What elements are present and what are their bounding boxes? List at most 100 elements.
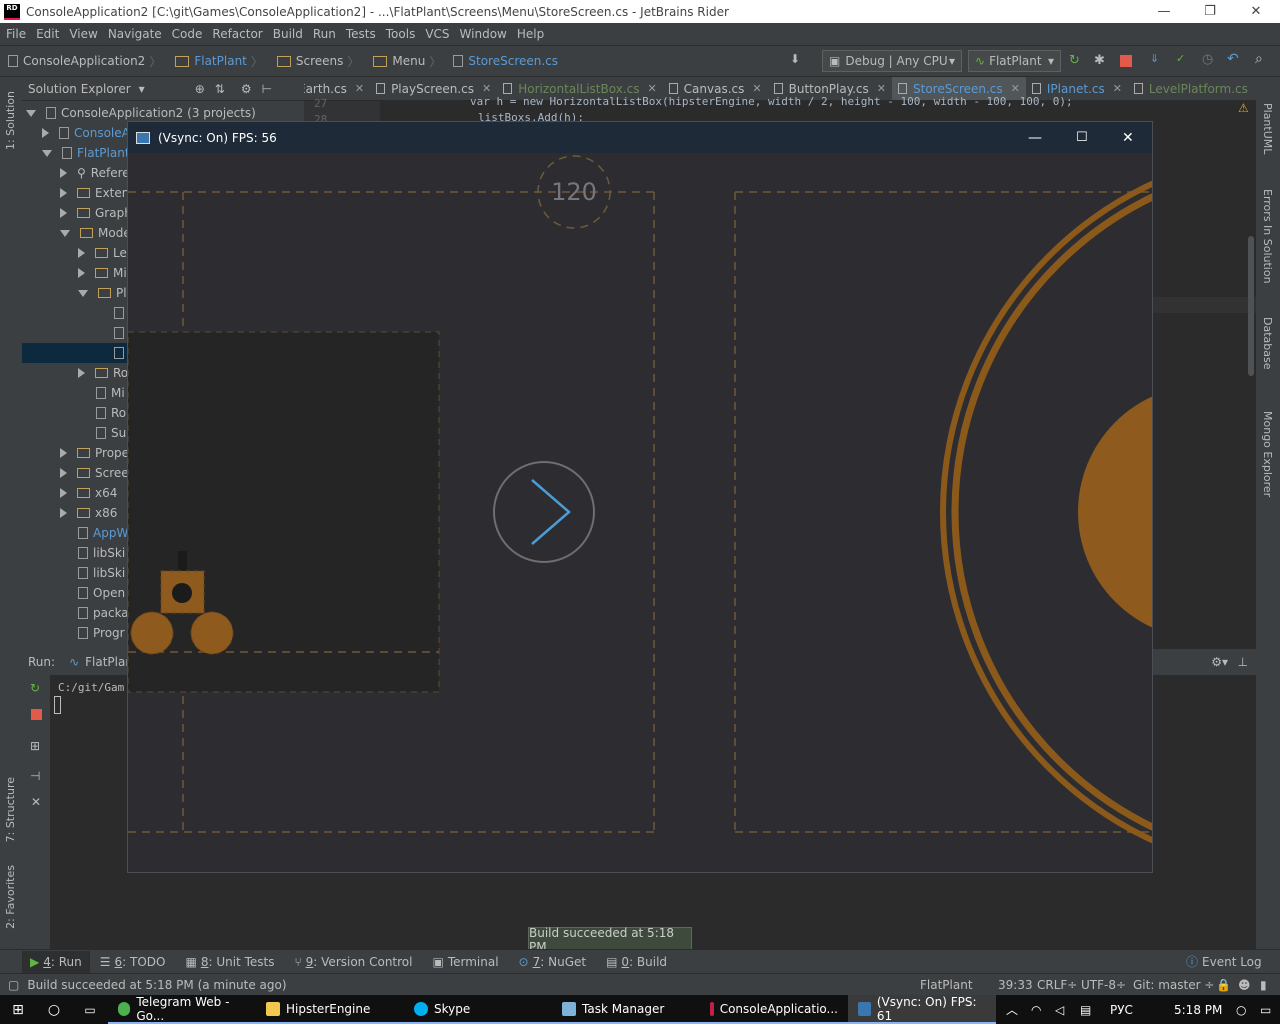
vcs-commit-icon[interactable]: ✓ bbox=[1176, 52, 1185, 65]
tree-item-file[interactable]: Mi bbox=[96, 383, 125, 403]
volume-icon[interactable]: ◁ bbox=[1055, 1003, 1064, 1017]
hide-icon[interactable]: ⊢ bbox=[262, 82, 272, 96]
search-icon[interactable]: ⌕ bbox=[1255, 51, 1263, 67]
breadcrumb-screens[interactable]: Screens 〉 bbox=[269, 53, 359, 70]
file-encoding[interactable]: UTF-8÷ bbox=[1081, 978, 1126, 992]
locate-icon[interactable]: ⊕ bbox=[195, 82, 205, 96]
tab-run[interactable]: ▶ 4: Run bbox=[22, 950, 90, 973]
menu-run[interactable]: Run bbox=[313, 27, 336, 41]
tree-item-file[interactable]: packa bbox=[78, 603, 129, 623]
close-icon[interactable]: ✕ bbox=[1113, 82, 1122, 95]
close-button[interactable]: ✕ bbox=[1122, 130, 1134, 146]
tree-item-folder[interactable]: x64 bbox=[60, 483, 117, 503]
tab-build[interactable]: ▤ 0: Build bbox=[606, 955, 667, 969]
tab-todo[interactable]: ☰ 6: TODO bbox=[100, 955, 166, 969]
maximize-button[interactable]: ☐ bbox=[1076, 130, 1088, 145]
tray-chevron-icon[interactable]: ︿ bbox=[1006, 1001, 1018, 1018]
settings-icon[interactable]: ⚙▾ bbox=[1211, 655, 1228, 669]
tree-item-file[interactable]: Progr bbox=[78, 623, 125, 643]
tree-item-folder[interactable]: Pla bbox=[78, 283, 134, 303]
menu-help[interactable]: Help bbox=[517, 27, 544, 41]
start-button[interactable]: ⊞ bbox=[0, 1002, 36, 1018]
configuration-select[interactable]: ▣ Debug | Any CPU ▾ bbox=[822, 50, 962, 72]
menu-view[interactable]: View bbox=[69, 27, 97, 41]
breadcrumb-solution[interactable]: ConsoleApplication2 〉 bbox=[0, 53, 161, 70]
close-icon[interactable]: ✕ bbox=[1011, 82, 1020, 95]
taskbar-item-telegram[interactable]: Telegram Web - Go... bbox=[108, 995, 256, 1024]
tool-structure[interactable]: 7: Structure bbox=[4, 777, 17, 842]
chevron-down-icon[interactable]: ▾ bbox=[139, 82, 145, 96]
close-icon[interactable]: ✕ bbox=[752, 82, 761, 95]
menu-tools[interactable]: Tools bbox=[386, 27, 416, 41]
tool-plantuml[interactable]: PlantUML bbox=[1261, 103, 1274, 154]
docker-icon[interactable]: ▤ bbox=[1080, 1003, 1091, 1017]
stop-icon[interactable] bbox=[31, 709, 42, 720]
taskbar-item-skype[interactable]: Skype bbox=[404, 995, 552, 1024]
close-icon[interactable]: ✕ bbox=[482, 82, 491, 95]
stop-icon[interactable] bbox=[1120, 55, 1132, 67]
breadcrumb-menu[interactable]: Menu 〉 bbox=[365, 53, 441, 70]
tab-terminal[interactable]: ▣ Terminal bbox=[432, 955, 498, 969]
tool-mongo-explorer[interactable]: Mongo Explorer bbox=[1261, 411, 1274, 497]
language-indicator[interactable]: РУС bbox=[1110, 1003, 1133, 1017]
minimize-button[interactable]: — bbox=[1141, 0, 1187, 23]
menu-refactor[interactable]: Refactor bbox=[212, 27, 262, 41]
clock[interactable]: 5:18 PM bbox=[1174, 1003, 1222, 1017]
line-separator[interactable]: CRLF÷ bbox=[1037, 978, 1077, 992]
network-icon[interactable]: ◠ bbox=[1031, 1003, 1041, 1017]
tab-nuget[interactable]: ⊙ 7: NuGet bbox=[519, 955, 587, 969]
tree-item-folder[interactable]: Extens bbox=[60, 183, 136, 203]
pin-icon[interactable]: ⊣ bbox=[30, 769, 40, 783]
tree-item-file[interactable]: Open bbox=[78, 583, 125, 603]
tree-item-folder[interactable]: x86 bbox=[60, 503, 117, 523]
run-target-select[interactable]: ∿ FlatPlant ▾ bbox=[968, 50, 1061, 72]
taskbar-item-hipsterengine[interactable]: HipsterEngine bbox=[256, 995, 404, 1024]
hide-icon[interactable]: ⊥ bbox=[1238, 655, 1248, 669]
menu-navigate[interactable]: Navigate bbox=[108, 27, 162, 41]
taskbar-item-rider[interactable]: ConsoleApplicatio... bbox=[700, 995, 848, 1024]
menu-window[interactable]: Window bbox=[460, 27, 507, 41]
restore-button[interactable]: ❐ bbox=[1187, 0, 1233, 23]
git-branch[interactable]: Git: master ÷ bbox=[1133, 978, 1214, 992]
search-button[interactable]: ○ bbox=[36, 1002, 72, 1018]
tree-item-folder[interactable]: Mi bbox=[78, 263, 127, 283]
tree-item-file[interactable]: Su bbox=[96, 423, 126, 443]
layout-icon[interactable]: ⊞ bbox=[30, 739, 40, 753]
status-project[interactable]: FlatPlant bbox=[920, 978, 973, 992]
minimize-button[interactable]: — bbox=[1028, 130, 1042, 146]
editor-scrollbar[interactable] bbox=[1248, 236, 1254, 376]
tool-favorites[interactable]: 2: Favorites bbox=[4, 865, 17, 929]
undo-icon[interactable]: ↶ bbox=[1227, 51, 1239, 67]
menu-vcs[interactable]: VCS bbox=[425, 27, 449, 41]
warning-icon[interactable]: ⚠ bbox=[1238, 101, 1249, 115]
caret-position[interactable]: 39:33 bbox=[998, 978, 1033, 992]
tree-item-file[interactable]: libSki bbox=[78, 563, 125, 583]
event-log-button[interactable]: ⓘ Event Log bbox=[1186, 953, 1262, 970]
tray-circle-icon[interactable]: ○ bbox=[1236, 1003, 1246, 1017]
tab-version-control[interactable]: ⑂ 9: Version Control bbox=[294, 955, 412, 969]
close-icon[interactable]: ✕ bbox=[355, 82, 364, 95]
close-icon[interactable]: ✕ bbox=[877, 82, 886, 95]
menu-file[interactable]: File bbox=[6, 27, 26, 41]
tree-item-folder[interactable]: Prope bbox=[60, 443, 129, 463]
lock-icon[interactable]: 🔒 bbox=[1216, 978, 1231, 992]
action-center-icon[interactable]: ▭ bbox=[1260, 1003, 1271, 1017]
tree-item-file[interactable]: libSki bbox=[78, 543, 125, 563]
tree-item-folder[interactable]: Ro bbox=[78, 363, 128, 383]
tree-item-folder[interactable]: Graph bbox=[60, 203, 132, 223]
menu-tests[interactable]: Tests bbox=[346, 27, 376, 41]
inspection-icon[interactable]: ☻ bbox=[1238, 978, 1251, 992]
build-icon[interactable]: ⬇ bbox=[790, 52, 800, 66]
history-icon[interactable]: ◷ bbox=[1202, 52, 1213, 67]
tree-item-folder[interactable]: Screen bbox=[60, 463, 136, 483]
tree-item-solution[interactable]: ConsoleApplication2 (3 projects) bbox=[26, 103, 256, 123]
tree-item-project[interactable]: FlatPlant bbox=[42, 143, 130, 163]
menu-edit[interactable]: Edit bbox=[36, 27, 59, 41]
tree-item-project[interactable]: ConsoleA bbox=[42, 123, 130, 143]
memory-icon[interactable]: ▮ bbox=[1260, 978, 1267, 992]
debug-icon[interactable]: ✱ bbox=[1094, 53, 1105, 68]
next-arrow-button[interactable] bbox=[493, 461, 595, 563]
game-canvas[interactable] bbox=[128, 153, 1152, 872]
tab-levelplatform[interactable]: LevelPlatform.cs✕ bbox=[1128, 77, 1256, 100]
vcs-update-icon[interactable]: ⇓ bbox=[1150, 52, 1159, 65]
